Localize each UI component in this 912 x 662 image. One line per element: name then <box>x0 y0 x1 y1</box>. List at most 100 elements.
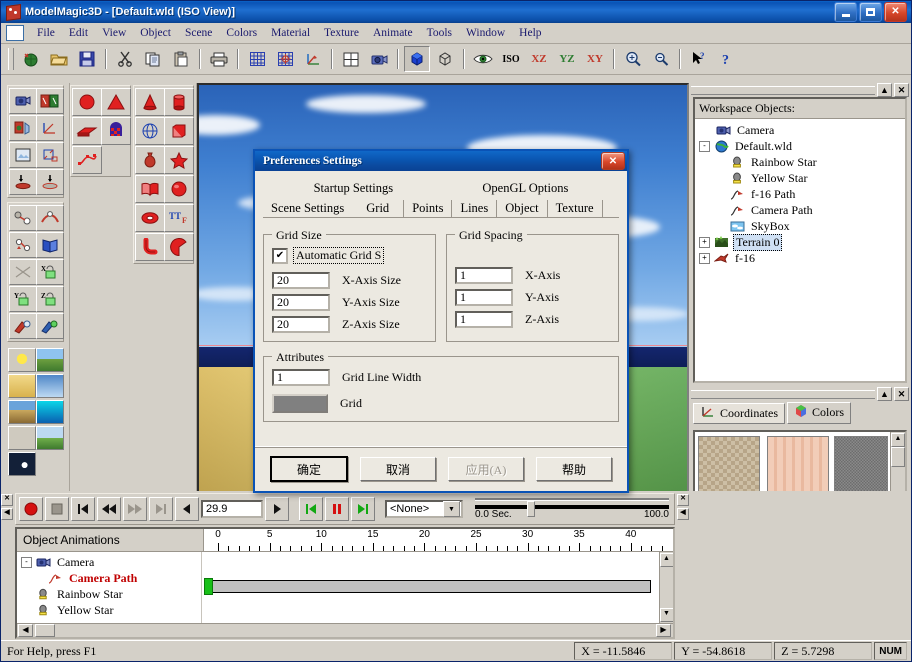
cylinder-shape[interactable] <box>164 88 194 116</box>
tab-lines[interactable]: Lines <box>452 200 497 217</box>
collapse-icon-2[interactable]: ▲ <box>877 387 892 401</box>
paste-icon[interactable] <box>168 46 194 72</box>
xsnap-icon[interactable]: X <box>36 259 64 285</box>
dock-grip[interactable] <box>691 86 875 95</box>
book-shape[interactable] <box>135 175 165 203</box>
solid-cube-icon[interactable] <box>404 46 430 72</box>
record-button[interactable] <box>19 497 43 521</box>
close-panel-icon[interactable]: ✕ <box>894 83 909 97</box>
menu-window[interactable]: Window <box>459 25 512 41</box>
xy-view-icon[interactable]: XY <box>582 46 608 72</box>
anim-row-camera[interactable]: - Camera <box>21 554 201 570</box>
help-button[interactable]: 帮助 <box>536 457 612 481</box>
fast-forward-button[interactable] <box>123 497 147 521</box>
zoom-out-icon[interactable] <box>648 46 674 72</box>
tab-opengl-options[interactable]: OpenGL Options <box>474 180 576 197</box>
tab-coordinates[interactable]: Coordinates <box>693 403 785 424</box>
collapse-icon[interactable]: ▲ <box>877 83 892 97</box>
y-axis-size-input[interactable]: 20 <box>272 294 330 311</box>
slider-thumb[interactable] <box>527 501 535 517</box>
help-icon[interactable]: ? <box>714 46 740 72</box>
print-icon[interactable] <box>206 46 232 72</box>
checker-shape[interactable] <box>101 117 131 145</box>
eye-icon[interactable] <box>470 46 496 72</box>
grid-line-width-input[interactable]: 1 <box>272 369 330 386</box>
tree-item-camera[interactable]: Camera <box>699 122 903 138</box>
tree-item-skybox[interactable]: SkyBox <box>699 218 903 234</box>
bend-icon[interactable] <box>36 205 64 231</box>
maximize-button[interactable] <box>859 2 882 22</box>
z-axis-spacing-input[interactable]: 1 <box>455 311 513 328</box>
scroll-right-icon[interactable]: ▶ <box>656 624 671 637</box>
menu-object[interactable]: Object <box>133 25 178 41</box>
last-frame-button[interactable] <box>149 497 173 521</box>
gradient-thumb[interactable] <box>36 400 64 424</box>
light-down-alt-icon[interactable] <box>36 169 64 195</box>
light-down-icon[interactable] <box>9 169 37 195</box>
dock-grip-2[interactable] <box>691 390 875 399</box>
light-green-icon[interactable] <box>36 313 64 339</box>
cancel-button[interactable]: 取消 <box>360 457 436 481</box>
collapse-anim-panel-icon[interactable]: ◀ <box>1 508 13 520</box>
sand-thumb[interactable] <box>8 374 36 398</box>
sequence-select[interactable]: <None> ▼ <box>385 500 463 518</box>
mdi-document-icon[interactable] <box>6 25 24 41</box>
anim-row-yellow-star[interactable]: Yellow Star <box>21 602 201 618</box>
menu-texture[interactable]: Texture <box>317 25 366 41</box>
stop-button[interactable] <box>45 497 69 521</box>
book-open-icon[interactable] <box>36 88 64 114</box>
copy-icon[interactable] <box>140 46 166 72</box>
link-objects-icon[interactable] <box>9 205 37 231</box>
ok-button[interactable]: 确定 <box>270 456 348 482</box>
scroll-thumb[interactable] <box>891 447 905 467</box>
tree-item-f16[interactable]: + f-16 <box>699 250 903 266</box>
yz-view-icon[interactable]: YZ <box>554 46 580 72</box>
menu-scene[interactable]: Scene <box>178 25 219 41</box>
context-help-icon[interactable]: ? <box>686 46 712 72</box>
open-file-icon[interactable] <box>46 46 72 72</box>
axes-icon[interactable] <box>300 46 326 72</box>
camera-icon[interactable] <box>366 46 392 72</box>
menu-colors[interactable]: Colors <box>219 25 264 41</box>
sphere-shape[interactable] <box>164 175 194 203</box>
iso-view-icon[interactable]: ISO <box>498 46 524 72</box>
new-world-icon[interactable] <box>18 46 44 72</box>
tree-item-terrain-0[interactable]: + Terrain 0 <box>699 234 903 250</box>
triangle-shape[interactable] <box>101 88 131 116</box>
landscape-thumb[interactable] <box>36 348 64 372</box>
tree-item-f16-path[interactable]: f-16 Path <box>699 186 903 202</box>
current-time-field[interactable]: 29.9 <box>201 500 263 518</box>
paint-bucket-icon[interactable] <box>9 115 37 141</box>
plane-shape[interactable] <box>72 117 102 145</box>
play-end-button[interactable] <box>351 497 375 521</box>
camera-path-track[interactable] <box>206 580 651 593</box>
four-view-icon[interactable] <box>338 46 364 72</box>
star-shape[interactable] <box>164 146 194 174</box>
step-forward-button[interactable] <box>265 497 289 521</box>
snapshot-icon[interactable] <box>9 142 37 168</box>
flip-page-icon[interactable] <box>36 232 64 258</box>
vase-shape[interactable] <box>135 146 165 174</box>
tube-shape[interactable] <box>135 233 165 261</box>
automatic-grid-size-row[interactable]: ✔ Automatic Grid S <box>272 247 427 264</box>
axis-move-icon[interactable] <box>36 115 64 141</box>
zsnap-icon[interactable]: Z <box>36 286 64 312</box>
grid-color-swatch[interactable] <box>272 394 328 413</box>
timeline-ruler[interactable]: 0 5 10 15 20 25 30 35 40 <box>204 529 673 551</box>
stars-thumb[interactable] <box>8 452 36 476</box>
rotate-joint-icon[interactable] <box>9 232 37 258</box>
cube-shape[interactable] <box>164 117 194 145</box>
grid-snap-icon[interactable] <box>272 46 298 72</box>
scroll-down-icon[interactable]: ▼ <box>660 608 674 622</box>
y-axis-spacing-input[interactable]: 1 <box>455 289 513 306</box>
expander-icon[interactable]: - <box>21 557 32 568</box>
menu-file[interactable]: File <box>30 25 62 41</box>
menu-help[interactable]: Help <box>512 25 548 41</box>
timeline-vscrollbar[interactable]: ▲ ▼ <box>659 552 673 623</box>
tree-item-camera-path[interactable]: Camera Path <box>699 202 903 218</box>
tab-grid[interactable]: Grid <box>352 200 403 217</box>
automatic-grid-checkbox[interactable]: ✔ <box>272 248 288 264</box>
close-button[interactable]: ✕ <box>884 2 907 22</box>
scroll-up-icon[interactable]: ▲ <box>891 433 905 447</box>
tab-startup-settings[interactable]: Startup Settings <box>306 180 402 197</box>
